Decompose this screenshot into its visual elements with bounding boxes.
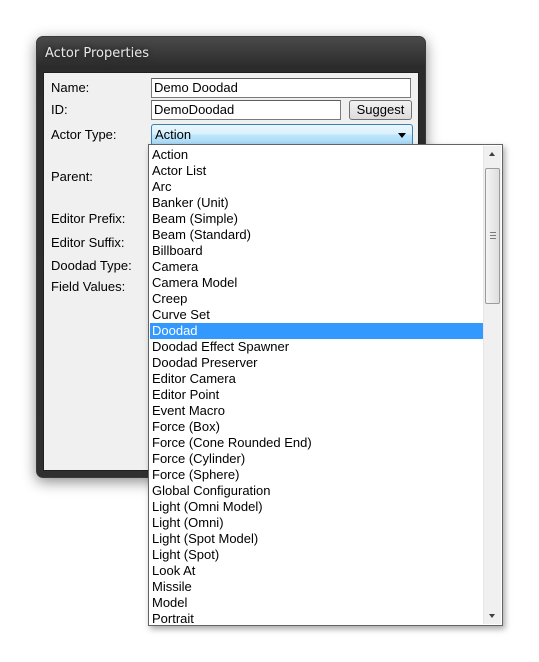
dropdown-item[interactable]: Look At [150, 563, 483, 579]
dropdown-item[interactable]: Creep [150, 291, 483, 307]
dropdown-item[interactable]: Arc [150, 179, 483, 195]
dropdown-item[interactable]: Editor Point [150, 387, 483, 403]
dropdown-item[interactable]: Beam (Simple) [150, 211, 483, 227]
scrollbar-thumb[interactable] [485, 168, 500, 304]
actor-type-label: Actor Type: [51, 127, 117, 142]
arrow-down-icon[interactable] [484, 607, 501, 624]
dropdown-item[interactable]: Light (Spot Model) [150, 531, 483, 547]
suggest-button[interactable]: Suggest [349, 100, 412, 120]
dropdown-item[interactable]: Actor List [150, 163, 483, 179]
dropdown-item[interactable]: Beam (Standard) [150, 227, 483, 243]
dropdown-item[interactable]: Force (Sphere) [150, 467, 483, 483]
dropdown-item[interactable]: Portrait [150, 611, 483, 625]
actor-type-combobox[interactable]: Action [151, 124, 413, 146]
dropdown-item[interactable]: Missile [150, 579, 483, 595]
dropdown-item[interactable]: Action [150, 147, 483, 163]
dropdown-item[interactable]: Doodad Preserver [150, 355, 483, 371]
id-field[interactable]: DemoDoodad [151, 100, 341, 120]
doodad-type-label: Doodad Type: [51, 258, 132, 273]
dropdown-item[interactable]: Force (Box) [150, 419, 483, 435]
dropdown-item[interactable]: Doodad [150, 323, 483, 339]
chevron-down-icon [398, 133, 406, 138]
actor-type-value: Action [155, 127, 192, 142]
title-bar[interactable]: Actor Properties [37, 37, 425, 69]
dropdown-item[interactable]: Model [150, 595, 483, 611]
dropdown-item[interactable]: Banker (Unit) [150, 195, 483, 211]
arrow-up-icon[interactable] [484, 146, 501, 163]
dropdown-item[interactable]: Curve Set [150, 307, 483, 323]
grip-line [490, 235, 496, 236]
dropdown-item[interactable]: Global Configuration [150, 483, 483, 499]
field-values-label: Field Values: [51, 279, 126, 294]
grip-line [490, 238, 496, 239]
dropdown-item[interactable]: Camera [150, 259, 483, 275]
dropdown-item[interactable]: Light (Omni Model) [150, 499, 483, 515]
dropdown-scrollbar[interactable] [483, 146, 501, 624]
actor-type-dropdown-list[interactable]: Action Actor List Arc Banker (Unit) Beam (Si… [148, 144, 503, 626]
name-label: Name: [51, 80, 90, 95]
editor-suffix-label: Editor Suffix: [51, 235, 125, 250]
id-label: ID: [51, 102, 68, 117]
dropdown-item[interactable]: Light (Spot) [150, 547, 483, 563]
grip-line [490, 232, 496, 233]
screen: Actor Properties Name: Demo Doodad ID: D… [0, 0, 539, 662]
dropdown-item[interactable]: Force (Cone Rounded End) [150, 435, 483, 451]
dropdown-item[interactable]: Event Macro [150, 403, 483, 419]
dropdown-items: Action Actor List Arc Banker (Unit) Beam (Si… [150, 147, 483, 625]
dropdown-item[interactable]: Camera Model [150, 275, 483, 291]
dropdown-item[interactable]: Editor Camera [150, 371, 483, 387]
name-field[interactable]: Demo Doodad [151, 78, 411, 98]
editor-prefix-label: Editor Prefix: [51, 211, 126, 226]
window-title: Actor Properties [45, 46, 150, 61]
dropdown-item[interactable]: Force (Cylinder) [150, 451, 483, 467]
dropdown-item[interactable]: Doodad Effect Spawner [150, 339, 483, 355]
parent-label: Parent: [51, 169, 93, 184]
dropdown-item[interactable]: Light (Omni) [150, 515, 483, 531]
dropdown-item[interactable]: Billboard [150, 243, 483, 259]
